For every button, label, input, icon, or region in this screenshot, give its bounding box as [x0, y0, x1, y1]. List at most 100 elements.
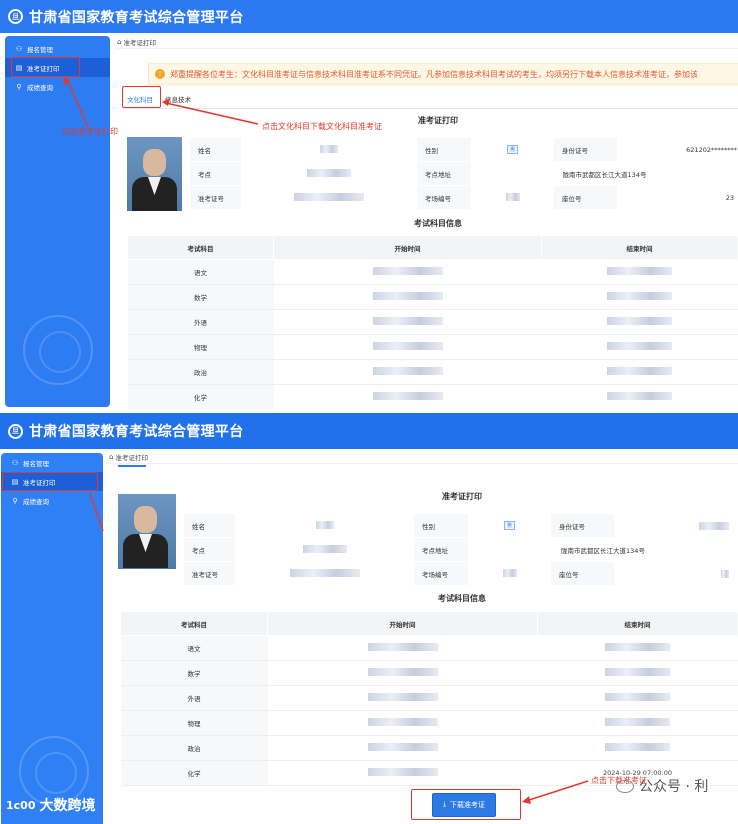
table-row: 语文 [120, 635, 738, 661]
ticket-value-blurred [294, 192, 364, 201]
annotation-click-ticket-print: 点击准考证打印 [62, 127, 118, 136]
room-label: 考场编号 [413, 561, 469, 586]
table-row: 外语 [127, 309, 738, 335]
col-start-time: 开始时间 [273, 235, 542, 260]
table-row: 数学 [127, 284, 738, 310]
user-icon: ⚇ [11, 458, 19, 467]
address-value: 陇南市武都区长江大道134号 [471, 161, 738, 186]
notice-text: 郑重提醒各位考生：文化科目准考证与信息技术科目准考证系不同凭证。凡参加信息技术科… [170, 69, 698, 79]
gender-value: 男 [506, 145, 518, 154]
id-label: 身份证号 [550, 513, 615, 538]
highlight-download-button [411, 789, 521, 820]
site-value-blurred [307, 168, 351, 177]
wechat-icon [616, 779, 634, 793]
name-label: 姓名 [183, 513, 236, 538]
search-icon: ⚲ [16, 82, 22, 91]
sidebar-item-score-query[interactable]: ⚲ 成绩查询 [1, 491, 103, 510]
sidebar-item-label: 报名管理 [27, 45, 53, 54]
sidebar: ⚇ 报名管理 ▤ 准考证打印 ⚲ 成绩查询 [5, 36, 110, 407]
main-content: ⌂ 准考证打印 ! 郑重提醒各位考生：文化科目准考证与信息技术科目准考证系不同凭… [114, 36, 738, 411]
candidate-photo [118, 494, 176, 569]
site-label: 考点 [189, 161, 242, 186]
warning-icon: ! [155, 69, 165, 79]
address-value: 陇南市武都区长江大道134号 [468, 537, 738, 562]
sidebar-decoration [23, 315, 93, 385]
screenshot-panel-top: 旦 甘肃省国家教育考试综合管理平台 ⚇ 报名管理 ▤ 准考证打印 ⚲ 成绩查询 … [0, 0, 738, 411]
exam-subject-table: 考试科目 开始时间 结束时间 语文 数学 外语 物理 政治 化学 2024-10-… [120, 611, 738, 786]
table-row: 物理 [127, 334, 738, 360]
highlight-ticket-print [2, 472, 98, 491]
highlight-culture-tab [122, 86, 161, 108]
gender-value: 男 [503, 521, 515, 530]
sidebar-item-score-query[interactable]: ⚲ 成绩查询 [5, 77, 110, 96]
notice-banner: ! 郑重提醒各位考生：文化科目准考证与信息技术科目准考证系不同凭证。凡参加信息技… [148, 63, 738, 85]
seat-label: 座位号 [550, 561, 615, 586]
search-icon: ⚲ [12, 496, 18, 505]
main-content: ⌂ 准考证打印 准考证打印 姓名 性别 男 身份证号 考点 考点地址 陇南市武都… [106, 451, 738, 824]
col-subject: 考试科目 [127, 235, 274, 260]
tab-divider [124, 108, 738, 109]
sidebar-item-label: 报名管理 [23, 459, 49, 468]
room-label: 考场编号 [416, 185, 472, 210]
sidebar-item-label: 成绩查询 [23, 497, 49, 506]
name-value-blurred [315, 520, 334, 529]
app-title: 甘肃省国家教育考试综合管理平台 [29, 424, 244, 440]
exam-info-title: 考试科目信息 [414, 219, 462, 228]
wechat-watermark: 公众号 · 利 [616, 776, 708, 796]
table-row: 语文 [127, 259, 738, 285]
ticket-label: 准考证号 [189, 185, 242, 210]
table-row: 政治 [120, 735, 738, 761]
user-icon: ⚇ [15, 44, 23, 53]
col-end-time: 结束时间 [541, 235, 738, 260]
table-row: 物理 [120, 710, 738, 736]
room-value-blurred [505, 192, 520, 201]
table-row: 外语 [120, 685, 738, 711]
app-header: 旦 甘肃省国家教育考试综合管理平台 [0, 0, 738, 33]
brand-name: 大数跨境 [39, 798, 96, 814]
admission-title: 准考证打印 [418, 116, 458, 125]
watermark-text: 公众号 · 利 [639, 779, 709, 795]
breadcrumb-current: 准考证打印 [123, 39, 156, 47]
breadcrumb: ⌂ 准考证打印 [106, 451, 738, 464]
breadcrumb: ⌂ 准考证打印 [114, 36, 738, 49]
seat-label: 座位号 [553, 185, 618, 210]
col-start-time: 开始时间 [267, 611, 538, 636]
address-label: 考点地址 [416, 161, 472, 186]
exam-info-title: 考试科目信息 [438, 594, 486, 603]
ticket-label: 准考证号 [183, 561, 236, 586]
brand-logo-icon: 1c00 [6, 798, 36, 812]
gender-label: 性别 [416, 137, 472, 162]
tab-info-technology[interactable]: 信息技术 [162, 91, 194, 109]
seat-value: 23 [617, 185, 738, 210]
screenshot-panel-bottom: 旦 甘肃省国家教育考试综合管理平台 ⚇ 报名管理 ▤ 准考证打印 ⚲ 成绩查询 … [0, 413, 738, 824]
brand-footer: 1c00 大数跨境 [6, 795, 95, 815]
sidebar: ⚇ 报名管理 ▤ 准考证打印 ⚲ 成绩查询 [1, 453, 103, 824]
app-header: 旦 甘肃省国家教育考试综合管理平台 [0, 413, 738, 449]
highlight-ticket-print [11, 57, 80, 77]
table-row: 数学 [120, 660, 738, 686]
home-icon: ⌂ [109, 453, 114, 461]
breadcrumb-current: 准考证打印 [115, 454, 148, 462]
name-value-blurred [320, 144, 338, 153]
col-subject: 考试科目 [120, 611, 268, 636]
gender-label: 性别 [413, 513, 469, 538]
id-value: 621202******** [617, 137, 738, 162]
exam-subject-table: 考试科目 开始时间 结束时间 语文 数学 外语 物理 政治 化学 [127, 235, 738, 410]
name-label: 姓名 [189, 137, 242, 162]
candidate-info-table: 姓名 性别 男 身份证号 621202******** 考点 考点地址 陇南市武… [189, 137, 738, 210]
sidebar-item-registration[interactable]: ⚇ 报名管理 [1, 453, 103, 472]
platform-logo-icon: 旦 [8, 9, 23, 24]
site-label: 考点 [183, 537, 236, 562]
table-row: 政治 [127, 359, 738, 385]
platform-logo-icon: 旦 [8, 423, 23, 439]
annotation-click-culture-tab: 点击文化科目下载文化科目准考证 [262, 122, 382, 131]
admission-title: 准考证打印 [442, 492, 482, 501]
app-title: 甘肃省国家教育考试综合管理平台 [29, 9, 244, 26]
sidebar-item-label: 成绩查询 [27, 83, 53, 92]
sidebar-item-registration[interactable]: ⚇ 报名管理 [5, 39, 110, 58]
table-row: 化学 [127, 384, 738, 410]
col-end-time: 结束时间 [537, 611, 738, 636]
candidate-info-table: 姓名 性别 男 身份证号 考点 考点地址 陇南市武都区长江大道134号 准考证号… [183, 513, 738, 586]
active-tab-underline [118, 465, 146, 467]
address-label: 考点地址 [413, 537, 469, 562]
